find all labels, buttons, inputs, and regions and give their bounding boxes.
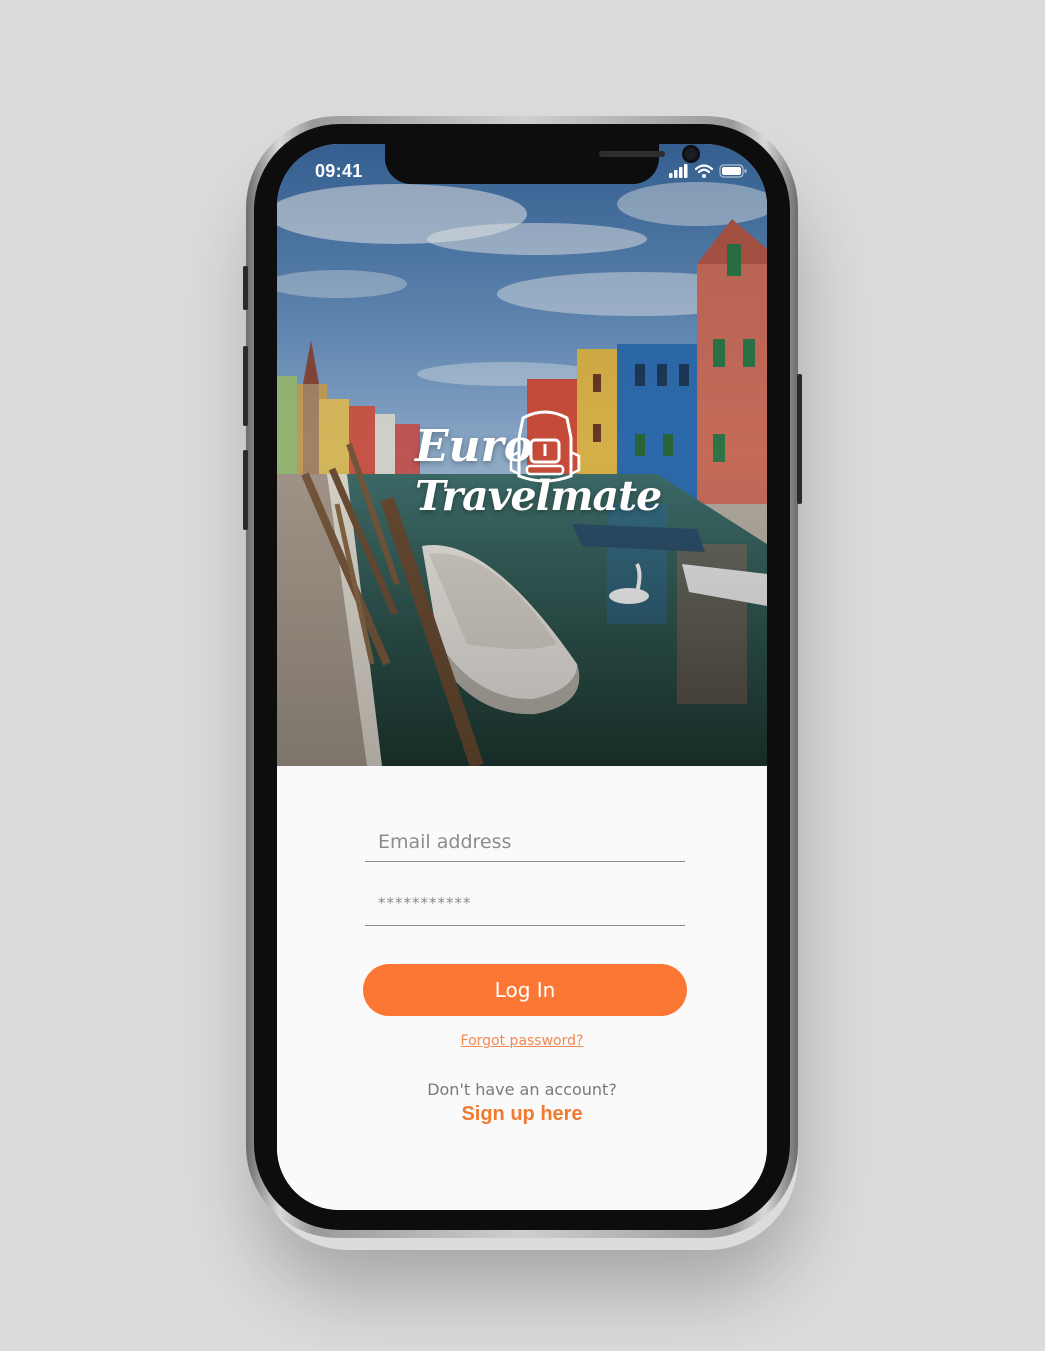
mute-switch <box>243 266 248 310</box>
backpack-icon <box>509 410 581 483</box>
phone-screen: 09:41 Euro Travelmate Email address ****… <box>277 144 767 1210</box>
front-camera <box>682 145 700 163</box>
battery-icon <box>719 164 747 178</box>
app-logo: Euro Travelmate <box>277 410 767 526</box>
speaker <box>599 151 665 157</box>
volume-up-button <box>243 346 248 426</box>
signup-link[interactable]: Sign up here <box>277 1103 767 1126</box>
power-button <box>797 374 802 504</box>
notch <box>385 144 700 184</box>
status-icons <box>669 164 747 178</box>
forgot-password-link[interactable]: Forgot password? <box>277 1033 767 1049</box>
login-button[interactable]: Log In <box>363 964 687 1016</box>
hero-photo: 09:41 Euro Travelmate <box>277 144 767 766</box>
wifi-icon <box>695 164 713 178</box>
volume-down-button <box>243 450 248 530</box>
email-field[interactable] <box>365 828 685 862</box>
signal-icon <box>669 164 688 178</box>
status-time: 09:41 <box>315 161 363 181</box>
login-form: Log In Forgot password? Don't have an ac… <box>277 766 767 1210</box>
password-field[interactable] <box>365 886 685 926</box>
no-account-text: Don't have an account? <box>427 1080 617 1099</box>
